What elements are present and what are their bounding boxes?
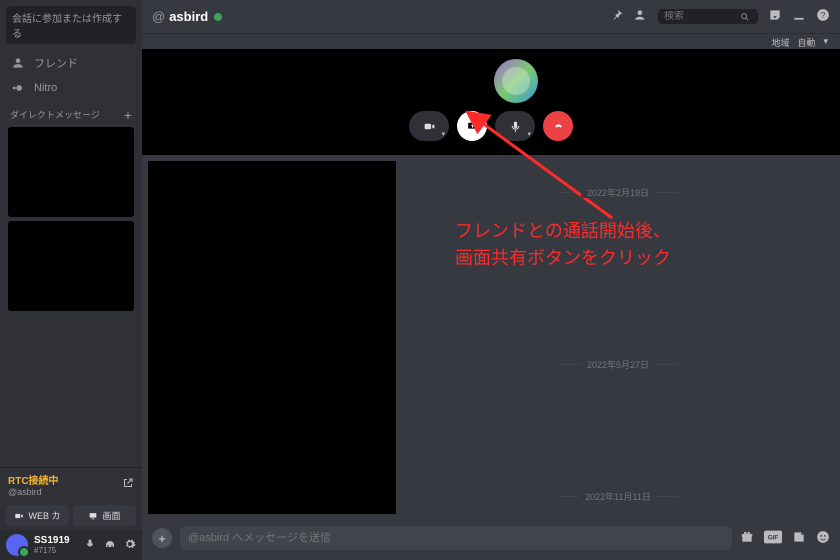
disconnect-button[interactable] [543, 111, 573, 141]
friends-label: フレンド [34, 55, 78, 71]
rtc-status: RTC接続中 [8, 472, 59, 487]
dm-item[interactable] [8, 127, 134, 217]
gif-icon[interactable]: GIF [764, 530, 782, 547]
sticker-icon[interactable] [792, 530, 806, 547]
chevron-down-icon[interactable]: ▾ [823, 36, 828, 49]
user-panel: SS1919 #7175 [0, 530, 142, 560]
message-attachment[interactable] [148, 161, 396, 514]
camera-toggle-button[interactable]: WEB カ [6, 505, 69, 526]
message-input[interactable] [188, 532, 724, 544]
screen-share-toggle-button[interactable]: 画面 [73, 505, 136, 526]
attach-button[interactable]: + [152, 528, 172, 548]
dm-item[interactable] [8, 221, 134, 311]
popout-icon[interactable] [122, 477, 134, 492]
avatar[interactable] [6, 534, 28, 556]
inbox-icon[interactable] [768, 8, 782, 25]
rtc-panel: RTC接続中 @asbird [0, 467, 142, 501]
nitro-nav[interactable]: Nitro [0, 76, 142, 100]
search-input[interactable] [664, 11, 734, 22]
date-divider: 2022年11月11日 [406, 489, 830, 503]
screen-share-button[interactable] [457, 111, 487, 141]
help-icon[interactable]: ? [816, 8, 830, 25]
at-icon: @ [152, 9, 165, 24]
user-tag: #7175 [34, 546, 70, 555]
sidebar: 会話に参加または作成する フレンド Nitro ダイレクトメッセージ + RTC… [0, 0, 142, 560]
date-divider: 2022年5月27日 [406, 357, 830, 371]
auto-label[interactable]: 自動 [797, 36, 815, 49]
video-button[interactable]: ▾ [409, 111, 449, 141]
emoji-icon[interactable] [816, 530, 830, 547]
mute-icon[interactable] [84, 538, 96, 553]
svg-text:GIF: GIF [768, 534, 779, 541]
call-panel: ▾ ▾ [142, 49, 840, 155]
search-box[interactable] [658, 9, 758, 24]
deafen-icon[interactable] [104, 538, 116, 553]
message-scroll[interactable]: 2022年2月19日 2022年5月27日 2022年11月11日 [396, 155, 840, 520]
participant-tile[interactable] [444, 59, 488, 103]
region-label[interactable]: 地域 [771, 36, 789, 49]
friends-nav[interactable]: フレンド [0, 50, 142, 76]
dm-header: ダイレクトメッセージ [10, 108, 100, 121]
nitro-icon [10, 81, 26, 95]
channel-name: asbird [169, 9, 208, 24]
svg-text:?: ? [821, 11, 826, 20]
friends-icon [10, 56, 26, 70]
pin-icon[interactable] [610, 8, 624, 25]
find-conversation-input[interactable]: 会話に参加または作成する [6, 6, 136, 44]
create-dm-button[interactable]: + [124, 110, 132, 120]
download-icon[interactable] [792, 8, 806, 25]
topbar: @ asbird ? [142, 0, 840, 34]
chevron-down-icon: ▾ [441, 130, 445, 138]
user-name: SS1919 [34, 535, 70, 546]
message-composer[interactable] [180, 526, 732, 550]
chevron-down-icon: ▾ [527, 130, 531, 138]
participant-tile[interactable] [494, 59, 538, 103]
nitro-label: Nitro [34, 82, 57, 94]
settings-icon[interactable] [124, 538, 136, 553]
add-friend-icon[interactable] [634, 8, 648, 25]
rtc-channel: @asbird [8, 487, 59, 497]
status-dot [214, 13, 222, 21]
gift-icon[interactable] [740, 530, 754, 547]
date-divider: 2022年2月19日 [406, 185, 830, 199]
mic-button[interactable]: ▾ [495, 111, 535, 141]
search-icon [740, 12, 750, 22]
